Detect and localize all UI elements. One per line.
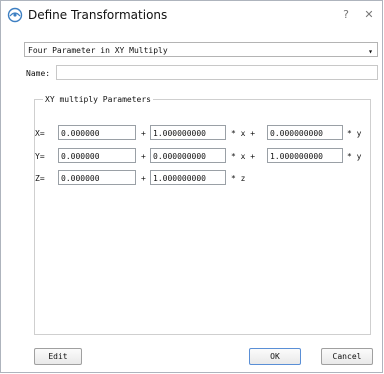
- x-operator-x: * x +: [231, 129, 256, 138]
- z-constant-field[interactable]: 0.000000: [58, 170, 136, 185]
- cancel-button[interactable]: Cancel: [321, 348, 373, 365]
- name-label: Name:: [26, 69, 51, 78]
- edit-button-label: Edit: [48, 352, 68, 361]
- name-input[interactable]: [56, 65, 378, 80]
- x-constant-value: 0.000000: [61, 129, 100, 138]
- y-plus-sign: +: [141, 152, 146, 161]
- y-x-coefficient-value: 0.000000000: [153, 152, 206, 161]
- x-x-coefficient-field[interactable]: 1.000000000: [150, 125, 226, 140]
- window-title: Define Transformations: [28, 8, 168, 22]
- group-title: XY multiply Parameters: [43, 95, 153, 104]
- z-plus-sign: +: [141, 174, 146, 183]
- x-constant-field[interactable]: 0.000000: [58, 125, 136, 140]
- close-icon: ✕: [364, 7, 374, 21]
- y-constant-value: 0.000000: [61, 152, 100, 161]
- cancel-button-label: Cancel: [332, 352, 362, 361]
- x-y-coefficient-field[interactable]: 0.000000000: [267, 125, 343, 140]
- chevron-down-icon: ▾: [368, 47, 373, 56]
- ok-button[interactable]: OK: [249, 348, 301, 365]
- transformation-type-value: Four Parameter in XY Multiply: [28, 46, 168, 55]
- title-bar: Define Transformations ? ✕: [1, 1, 382, 29]
- y-operator-y: * y: [347, 152, 362, 161]
- help-icon: ?: [343, 7, 349, 21]
- transformation-type-select[interactable]: Four Parameter in XY Multiply ▾: [24, 42, 378, 57]
- z-z-coefficient-value: 1.000000000: [153, 174, 206, 183]
- close-button[interactable]: ✕: [359, 5, 379, 23]
- row-z-label: Z=: [35, 174, 45, 183]
- z-operator-z: * z: [231, 174, 246, 183]
- x-x-coefficient-value: 1.000000000: [153, 129, 206, 138]
- row-y-label: Y=: [35, 152, 45, 161]
- dialog-window: Define Transformations ? ✕ Four Paramete…: [0, 0, 383, 373]
- y-y-coefficient-field[interactable]: 1.000000000: [267, 148, 343, 163]
- x-plus-sign: +: [141, 129, 146, 138]
- x-operator-y: * y: [347, 129, 362, 138]
- y-x-coefficient-field[interactable]: 0.000000000: [150, 148, 226, 163]
- help-button[interactable]: ?: [335, 5, 357, 23]
- row-x-label: X=: [35, 129, 45, 138]
- edit-button[interactable]: Edit: [34, 348, 82, 365]
- app-icon: [7, 7, 23, 23]
- y-operator-x: * x +: [231, 152, 256, 161]
- z-z-coefficient-field[interactable]: 1.000000000: [150, 170, 226, 185]
- z-constant-value: 0.000000: [61, 174, 100, 183]
- x-y-coefficient-value: 0.000000000: [270, 129, 323, 138]
- ok-button-label: OK: [270, 352, 280, 361]
- y-constant-field[interactable]: 0.000000: [58, 148, 136, 163]
- y-y-coefficient-value: 1.000000000: [270, 152, 323, 161]
